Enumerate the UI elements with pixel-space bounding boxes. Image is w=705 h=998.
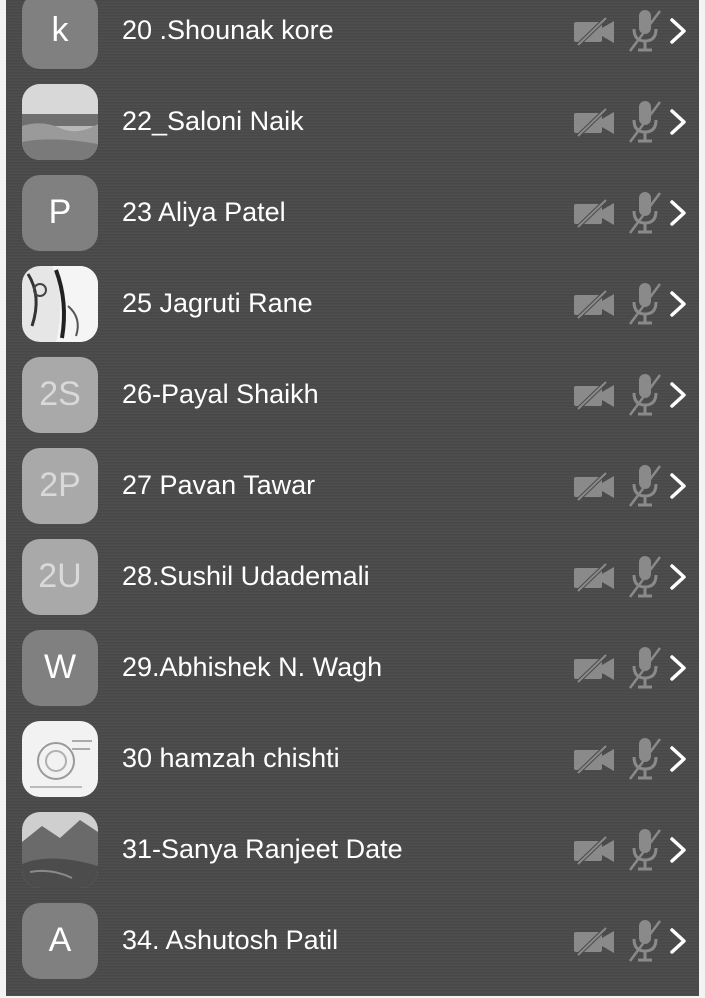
participant-name: 31-Sanya Ranjeet Date xyxy=(122,834,403,864)
video-off-icon[interactable] xyxy=(572,653,616,683)
mic-off-icon[interactable] xyxy=(626,735,664,783)
chevron-right-icon[interactable] xyxy=(668,835,688,865)
mic-off-icon[interactable] xyxy=(626,371,664,419)
avatar xyxy=(22,265,98,342)
video-off-icon[interactable] xyxy=(572,107,616,137)
avatar: W xyxy=(22,629,98,706)
participant-name: 20 .Shounak kore xyxy=(122,15,334,45)
participant-row[interactable]: 31-Sanya Ranjeet Date xyxy=(6,804,699,895)
chevron-right-icon[interactable] xyxy=(668,289,688,319)
avatar: 2U xyxy=(22,538,98,615)
mic-off-icon[interactable] xyxy=(626,462,664,510)
participant-row[interactable]: 2U 28.Sushil Udademali xyxy=(6,531,699,622)
avatar: A xyxy=(22,902,98,979)
participants-panel: k 20 .Shounak kore 22_Saloni Naik P 23 A… xyxy=(6,0,699,996)
avatar xyxy=(22,720,98,797)
participant-row[interactable]: 25 Jagruti Rane xyxy=(6,258,699,349)
participant-name: 28.Sushil Udademali xyxy=(122,561,370,591)
avatar: k xyxy=(22,0,98,69)
participant-name: 27 Pavan Tawar xyxy=(122,470,316,500)
avatar xyxy=(22,83,98,160)
video-off-icon[interactable] xyxy=(572,562,616,592)
avatar: 2S xyxy=(22,356,98,433)
mic-off-icon[interactable] xyxy=(626,917,664,965)
video-off-icon[interactable] xyxy=(572,471,616,501)
participant-row[interactable]: 2S 26-Payal Shaikh xyxy=(6,349,699,440)
video-off-icon[interactable] xyxy=(572,16,616,46)
participant-list: k 20 .Shounak kore 22_Saloni Naik P 23 A… xyxy=(6,0,699,986)
chevron-right-icon[interactable] xyxy=(668,471,688,501)
chevron-right-icon[interactable] xyxy=(668,107,688,137)
participant-row[interactable]: 2P 27 Pavan Tawar xyxy=(6,440,699,531)
video-off-icon[interactable] xyxy=(572,198,616,228)
chevron-right-icon[interactable] xyxy=(668,380,688,410)
avatar xyxy=(22,811,98,888)
chevron-right-icon[interactable] xyxy=(668,653,688,683)
chevron-right-icon[interactable] xyxy=(668,744,688,774)
mic-off-icon[interactable] xyxy=(626,189,664,237)
video-off-icon[interactable] xyxy=(572,380,616,410)
participant-name: 26-Payal Shaikh xyxy=(122,379,319,409)
mic-off-icon[interactable] xyxy=(626,644,664,692)
chevron-right-icon[interactable] xyxy=(668,926,688,956)
avatar: P xyxy=(22,174,98,251)
participant-name: 34. Ashutosh Patil xyxy=(122,925,339,955)
mic-off-icon[interactable] xyxy=(626,7,664,55)
participant-row[interactable]: P 23 Aliya Patel xyxy=(6,167,699,258)
mic-off-icon[interactable] xyxy=(626,280,664,328)
participant-row[interactable]: 22_Saloni Naik xyxy=(6,76,699,167)
avatar: 2P xyxy=(22,447,98,524)
participant-row[interactable]: 30 hamzah chishti xyxy=(6,713,699,804)
participant-row[interactable]: k 20 .Shounak kore xyxy=(6,0,699,76)
participant-name: 25 Jagruti Rane xyxy=(122,288,313,318)
participant-name: 22_Saloni Naik xyxy=(122,106,304,136)
mic-off-icon[interactable] xyxy=(626,98,664,146)
chevron-right-icon[interactable] xyxy=(668,562,688,592)
participant-name: 23 Aliya Patel xyxy=(122,197,286,227)
mic-off-icon[interactable] xyxy=(626,826,664,874)
video-off-icon[interactable] xyxy=(572,289,616,319)
video-off-icon[interactable] xyxy=(572,835,616,865)
participant-name: 29.Abhishek N. Wagh xyxy=(122,652,383,682)
video-off-icon[interactable] xyxy=(572,744,616,774)
participant-name: 30 hamzah chishti xyxy=(122,743,340,773)
participant-row[interactable]: A 34. Ashutosh Patil xyxy=(6,895,699,986)
chevron-right-icon[interactable] xyxy=(668,16,688,46)
participant-row[interactable]: W 29.Abhishek N. Wagh xyxy=(6,622,699,713)
chevron-right-icon[interactable] xyxy=(668,198,688,228)
mic-off-icon[interactable] xyxy=(626,553,664,601)
video-off-icon[interactable] xyxy=(572,926,616,956)
